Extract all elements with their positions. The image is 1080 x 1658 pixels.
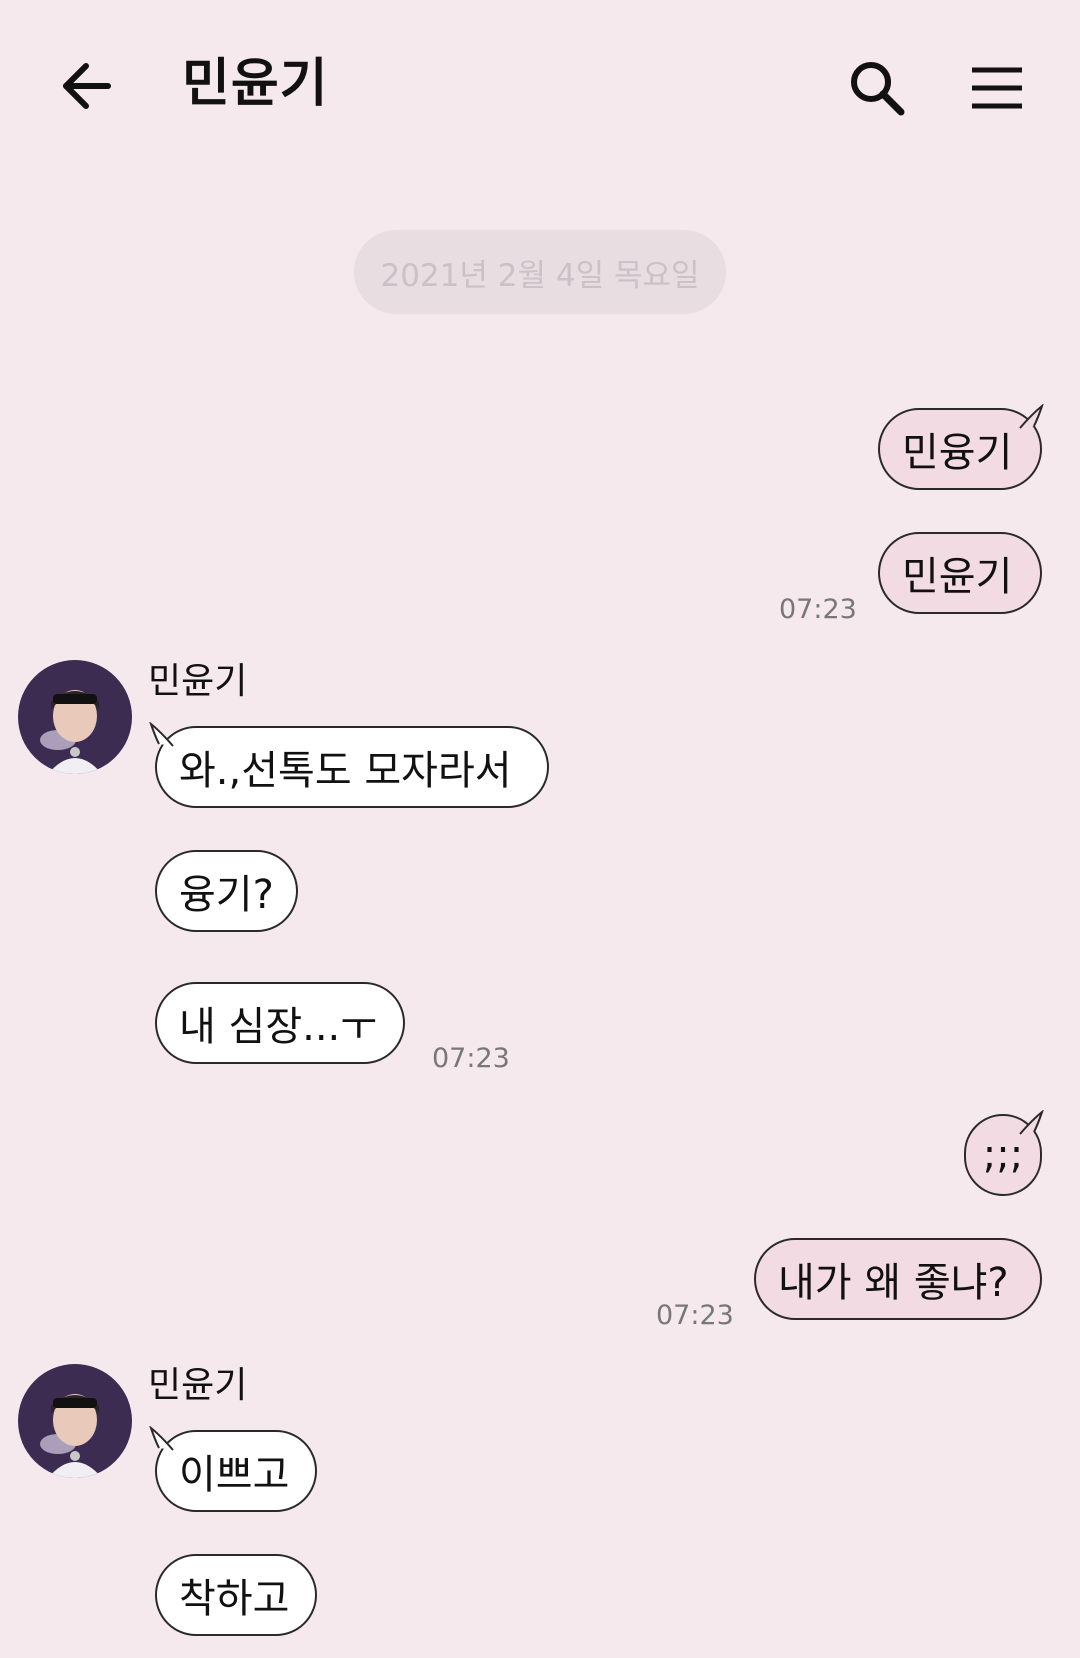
message-bubble-received[interactable]: 내 심장...ㅜ bbox=[155, 982, 405, 1064]
message-text: 내가 왜 좋냐? bbox=[778, 1260, 1009, 1306]
message-timestamp: 07:23 bbox=[779, 594, 857, 625]
search-icon bbox=[851, 62, 905, 116]
date-divider: 2021년 2월 4일 목요일 bbox=[354, 230, 726, 314]
sender-name: 민윤기 bbox=[148, 1365, 248, 1406]
message-text: 착하고 bbox=[179, 1576, 290, 1622]
message-text: 내 심장...ㅜ bbox=[179, 1004, 378, 1050]
message-text: 융기? bbox=[179, 872, 274, 918]
avatar[interactable] bbox=[18, 1364, 132, 1478]
sender-name: 민윤기 bbox=[148, 661, 248, 702]
message-text: 민윤기 bbox=[902, 554, 1013, 600]
message-bubble-received[interactable]: 이쁘고 bbox=[155, 1430, 317, 1512]
message-text: 민융기 bbox=[902, 430, 1013, 476]
message-text: 이쁘고 bbox=[179, 1452, 290, 1498]
avatar[interactable] bbox=[18, 660, 132, 774]
hamburger-menu-icon bbox=[972, 67, 1022, 109]
bubble-tail bbox=[149, 1426, 174, 1451]
message-text: 와.,선톡도 모자라서 bbox=[179, 748, 512, 794]
date-divider-label: 2021년 2월 4일 목요일 bbox=[380, 257, 700, 294]
bubble-tail bbox=[1019, 1110, 1044, 1135]
menu-button[interactable] bbox=[965, 56, 1029, 120]
chat-title: 민윤기 bbox=[182, 54, 329, 114]
message-bubble-received[interactable]: 융기? bbox=[155, 850, 298, 932]
message-timestamp: 07:23 bbox=[432, 1043, 510, 1074]
message-bubble-sent[interactable]: 내가 왜 좋냐? bbox=[754, 1238, 1042, 1320]
search-button[interactable] bbox=[845, 56, 909, 120]
message-timestamp: 07:23 bbox=[656, 1300, 734, 1331]
chat-header: 민윤기 bbox=[0, 0, 1080, 170]
avatar-photo bbox=[18, 1364, 132, 1478]
message-bubble-received[interactable]: 착하고 bbox=[155, 1554, 317, 1636]
message-bubble-received[interactable]: 와.,선톡도 모자라서 bbox=[155, 726, 549, 808]
bubble-tail bbox=[1019, 404, 1044, 429]
bubble-tail bbox=[149, 722, 174, 747]
back-button[interactable] bbox=[56, 56, 116, 116]
message-text: ;;; bbox=[982, 1132, 1024, 1178]
message-bubble-sent[interactable]: 민윤기 bbox=[878, 532, 1042, 614]
arrow-left-icon bbox=[63, 63, 111, 109]
avatar-photo bbox=[18, 660, 132, 774]
